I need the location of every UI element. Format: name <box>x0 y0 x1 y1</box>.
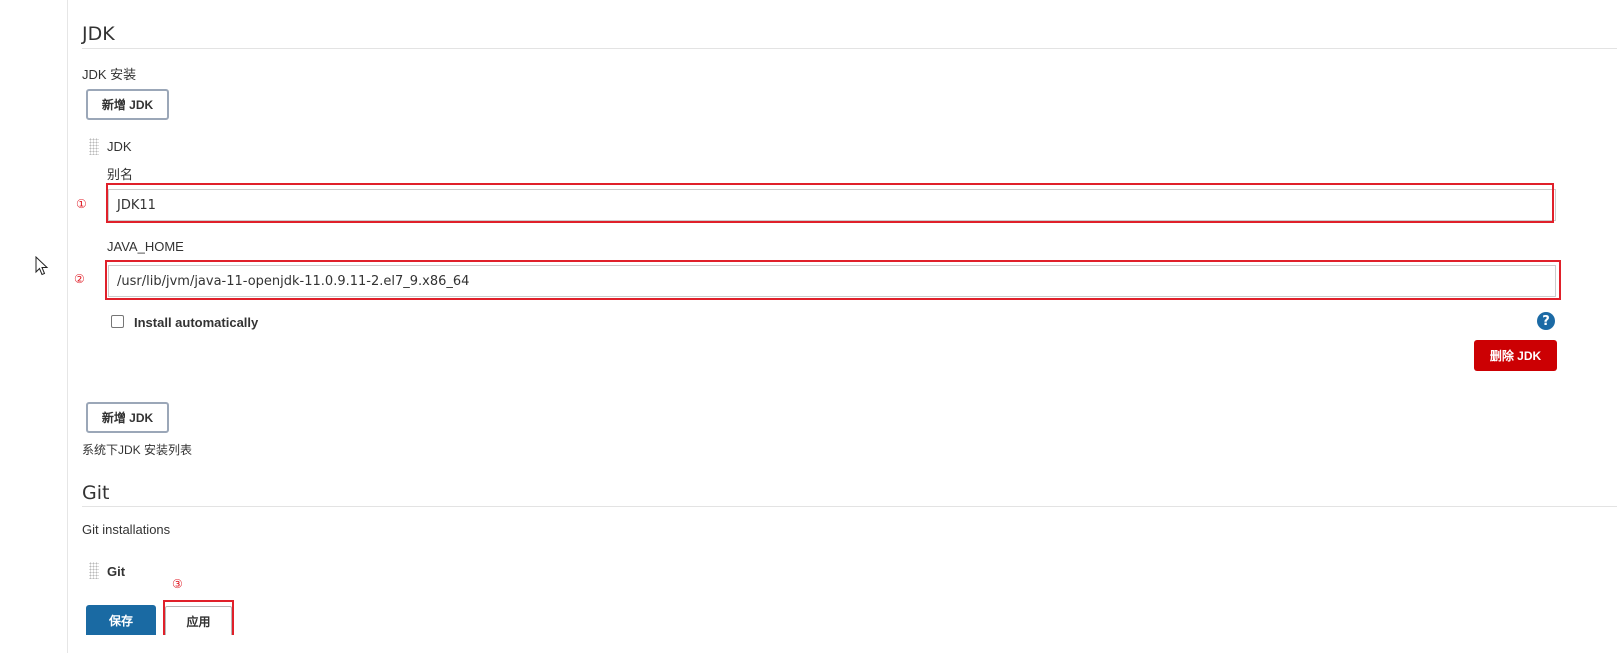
annotation-marker-1: ① <box>76 197 87 211</box>
jdk-name-input[interactable]: JDK11 <box>108 189 1556 221</box>
jdk-name-label: 别名 <box>107 167 134 182</box>
install-automatically-checkbox[interactable] <box>111 315 124 328</box>
jdk-section-divider <box>82 48 1617 49</box>
git-section-divider <box>82 506 1617 507</box>
java-home-label: JAVA_HOME <box>107 239 184 254</box>
add-jdk-button[interactable]: 新增 JDK <box>86 89 169 120</box>
save-button[interactable]: 保存 <box>86 605 156 635</box>
drag-handle-icon[interactable] <box>89 562 99 579</box>
git-installations-label: Git installations <box>82 522 171 537</box>
add-jdk-button-bottom[interactable]: 新增 JDK <box>86 402 169 433</box>
apply-button[interactable]: 应用 <box>165 606 232 635</box>
annotation-marker-2: ② <box>74 272 85 286</box>
annotation-marker-3: ③ <box>172 577 183 591</box>
java-home-input[interactable]: /usr/lib/jvm/java-11-openjdk-11.0.9.11-2… <box>108 265 1556 297</box>
git-section-title: Git <box>82 482 110 504</box>
drag-handle-icon[interactable] <box>89 138 99 155</box>
jdk-section-title: JDK <box>82 23 115 45</box>
jdk-description: 系统下JDK 安装列表 <box>82 443 193 457</box>
install-automatically-label: Install automatically <box>134 315 259 330</box>
jdk-installations-label: JDK 安装 <box>82 67 137 82</box>
help-icon[interactable]: ? <box>1537 312 1555 330</box>
mouse-pointer-icon <box>35 256 49 276</box>
left-rail <box>0 0 68 653</box>
delete-jdk-button[interactable]: 删除 JDK <box>1474 340 1557 371</box>
git-item-header: Git <box>107 564 126 579</box>
jdk-item-header: JDK <box>107 139 132 154</box>
